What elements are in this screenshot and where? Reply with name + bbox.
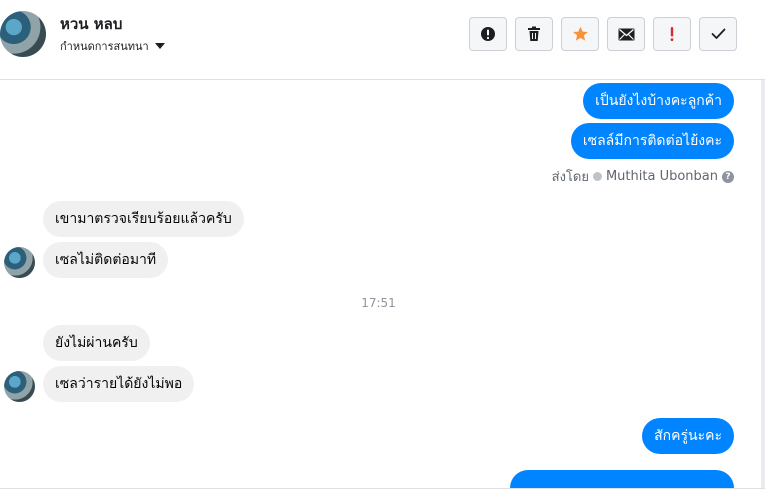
caret-down-icon [154, 43, 165, 49]
sent-by-info: ส่งโดย Muthita Ubonban ? [552, 166, 734, 187]
trash-icon [528, 26, 540, 41]
sent-by-prefix: ส่งโดย [551, 170, 589, 185]
outgoing-message[interactable]: สักครู่นะคะ [642, 418, 734, 454]
message-thread[interactable]: เป็นยังไงบ้างคะลูกค้า เซลล์มีการติดต่อไย… [0, 80, 765, 488]
email-button[interactable] [607, 17, 645, 51]
mark-unread-button[interactable] [469, 17, 507, 51]
sender-avatar[interactable] [4, 247, 35, 278]
help-icon[interactable]: ? [722, 170, 734, 183]
spam-exclamation-icon [670, 27, 674, 41]
mark-spam-button[interactable] [653, 17, 691, 51]
outgoing-message-partial[interactable] [510, 470, 734, 488]
incoming-message[interactable]: ยังไม่ผ่านครับ [43, 325, 150, 361]
star-icon [572, 26, 588, 41]
thread-scrollbar[interactable] [761, 80, 765, 488]
sent-by-name[interactable]: Muthita Ubonban [606, 169, 718, 184]
outgoing-message[interactable]: เซลล์มีการติดต่อไย้งคะ [570, 123, 734, 159]
sender-avatar[interactable] [4, 371, 35, 402]
star-button[interactable] [561, 17, 599, 51]
verified-icon [592, 172, 602, 181]
conversation-header: หวน หลบ กำหนดการสนทนา [0, 0, 765, 80]
conversation-toolbar [469, 17, 737, 51]
message-composer[interactable] [0, 488, 765, 500]
envelope-icon [618, 28, 634, 40]
check-icon [711, 28, 725, 39]
delete-button[interactable] [515, 17, 553, 51]
incoming-message[interactable]: เซลไม่ติดต่อมาที [43, 242, 169, 278]
message-timestamp: 17:51 [361, 296, 396, 310]
outgoing-message[interactable]: เป็นยังไงบ้างคะลูกค้า [583, 83, 734, 119]
exclamation-circle-icon [481, 27, 495, 41]
contact-name[interactable]: หวน หลบ [60, 12, 122, 36]
contact-avatar[interactable] [0, 11, 46, 57]
incoming-message[interactable]: เซลว่ารายได้ยังไม่พอ [43, 366, 195, 402]
mark-done-button[interactable] [699, 17, 737, 51]
set-topic-dropdown[interactable]: กำหนดการสนทนา [60, 37, 165, 55]
set-topic-label: กำหนดการสนทนา [60, 40, 149, 53]
incoming-message[interactable]: เขามาตรวจเรียบร้อยแล้วครับ [43, 201, 244, 237]
